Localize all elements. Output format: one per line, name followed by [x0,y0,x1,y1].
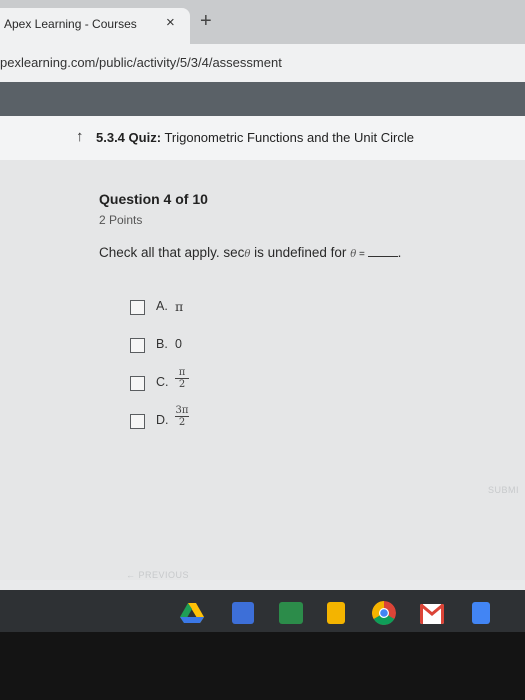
chrome-icon[interactable] [372,601,396,625]
question-text: Check all that apply. secθ is undefined … [99,245,401,260]
tab-strip: Apex Learning - Courses × + [0,0,525,44]
answer-blank [367,245,398,257]
option-d-denominator: 2 [178,417,186,428]
option-d-checkbox[interactable] [130,414,145,429]
quiz-title: 5.3.4 Quiz: Trigonometric Functions and … [96,130,414,145]
period: . [397,245,402,260]
option-d-letter: D. [156,413,169,427]
equals-sign: = [356,249,368,260]
address-bar[interactable]: pexlearning.com/public/activity/5/3/4/as… [0,44,525,82]
slides-icon[interactable] [327,602,345,624]
os-shelf [0,590,525,632]
option-c-checkbox[interactable] [130,376,145,391]
option-d-numerator: 3π [175,405,189,417]
app-header [0,82,525,116]
question-text-mid: is undefined for [250,245,351,260]
calendar-icon[interactable] [232,602,254,624]
up-arrow-icon[interactable]: ↑ [76,128,84,145]
quiz-label: Quiz: [128,130,162,145]
option-a-value: π [175,299,184,314]
option-d-fraction: 3π 2 [175,405,189,429]
option-c-denominator: 2 [178,379,186,390]
tab-close-icon[interactable]: × [166,14,175,31]
option-c-numerator: π [175,367,189,379]
quiz-number: 5.3.4 [96,130,125,145]
question-panel: Question 4 of 10 2 Points Check all that… [0,160,525,580]
url-text[interactable]: pexlearning.com/public/activity/5/3/4/as… [0,55,282,70]
browser-tab[interactable]: Apex Learning - Courses × [0,8,190,44]
option-b-value: 0 [175,337,182,351]
option-c[interactable]: C. π 2 [130,367,330,406]
option-b-letter: B. [156,337,168,351]
option-c-fraction: π 2 [175,367,189,391]
drive-icon[interactable] [180,602,204,624]
submit-button[interactable]: SUBMI [488,485,519,495]
docs-icon[interactable] [472,602,490,624]
screen: Apex Learning - Courses × + pexlearning.… [0,0,525,632]
option-a[interactable]: A. π [130,299,330,330]
quiz-name: Trigonometric Functions and the Unit Cir… [164,130,414,145]
option-a-letter: A. [156,299,168,313]
option-d[interactable]: D. 3π 2 [130,405,330,444]
gmail-icon[interactable] [420,604,444,624]
classroom-icon[interactable] [279,602,303,624]
question-text-prefix: Check all that apply. sec [99,245,245,260]
previous-button[interactable]: ← PREVIOUS [126,570,189,580]
new-tab-icon[interactable]: + [200,10,212,33]
tab-title: Apex Learning - Courses [4,17,137,31]
option-a-checkbox[interactable] [130,300,145,315]
quiz-title-bar: ↑ 5.3.4 Quiz: Trigonometric Functions an… [0,116,525,161]
question-points: 2 Points [99,213,143,227]
question-counter: Question 4 of 10 [99,191,208,207]
option-b[interactable]: B. 0 [130,337,330,368]
option-c-letter: C. [156,375,169,389]
option-b-checkbox[interactable] [130,338,145,353]
